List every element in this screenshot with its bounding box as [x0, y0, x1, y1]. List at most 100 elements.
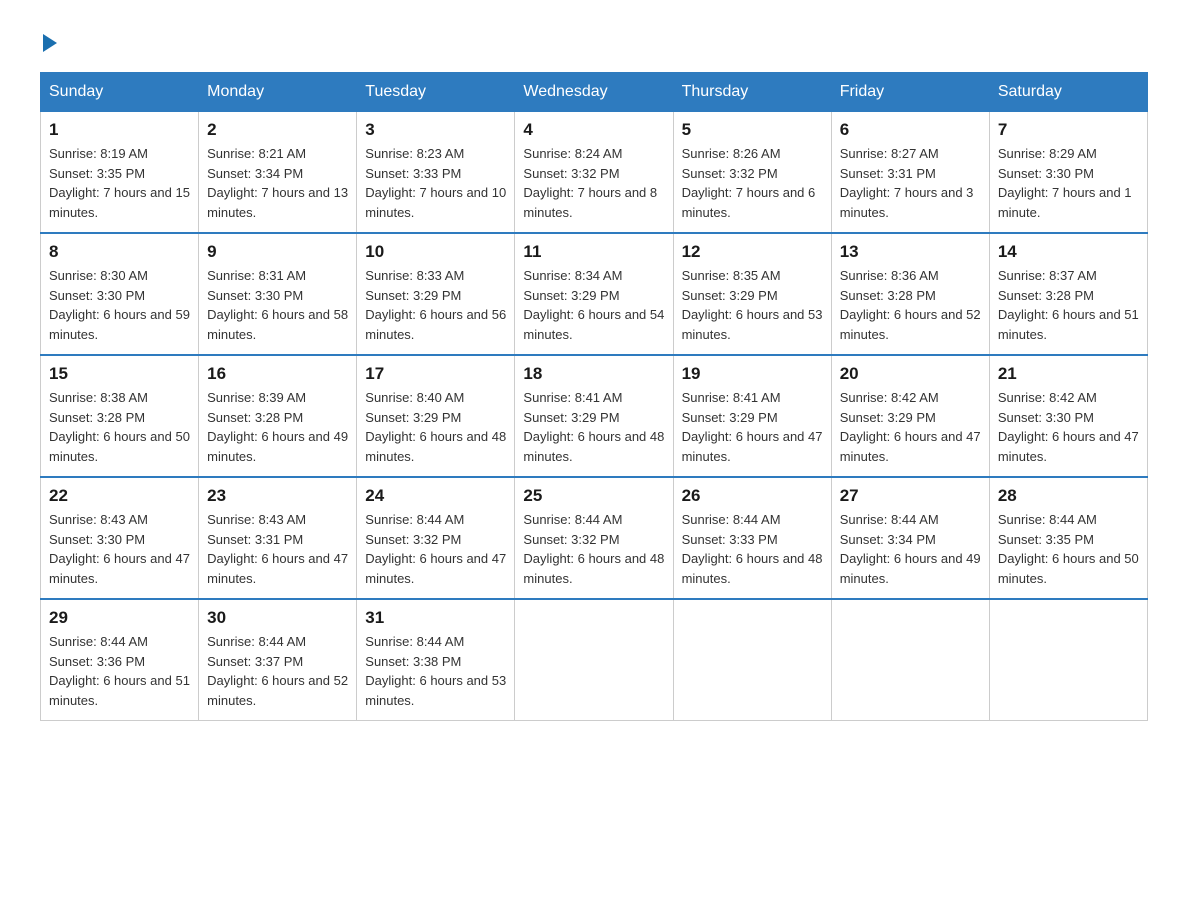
day-info: Sunrise: 8:44 AM Sunset: 3:32 PM Dayligh…	[365, 510, 506, 588]
header-tuesday: Tuesday	[357, 73, 515, 112]
day-info: Sunrise: 8:44 AM Sunset: 3:36 PM Dayligh…	[49, 632, 190, 710]
calendar-cell: 13 Sunrise: 8:36 AM Sunset: 3:28 PM Dayl…	[831, 233, 989, 355]
calendar-cell: 27 Sunrise: 8:44 AM Sunset: 3:34 PM Dayl…	[831, 477, 989, 599]
calendar-cell	[515, 599, 673, 721]
calendar-cell	[673, 599, 831, 721]
header-friday: Friday	[831, 73, 989, 112]
day-number: 28	[998, 486, 1139, 506]
calendar-cell: 26 Sunrise: 8:44 AM Sunset: 3:33 PM Dayl…	[673, 477, 831, 599]
day-info: Sunrise: 8:44 AM Sunset: 3:33 PM Dayligh…	[682, 510, 823, 588]
day-info: Sunrise: 8:31 AM Sunset: 3:30 PM Dayligh…	[207, 266, 348, 344]
day-number: 21	[998, 364, 1139, 384]
day-info: Sunrise: 8:41 AM Sunset: 3:29 PM Dayligh…	[682, 388, 823, 466]
calendar-week-1: 1 Sunrise: 8:19 AM Sunset: 3:35 PM Dayli…	[41, 112, 1148, 234]
logo-arrow-icon	[43, 34, 57, 52]
day-info: Sunrise: 8:40 AM Sunset: 3:29 PM Dayligh…	[365, 388, 506, 466]
day-number: 3	[365, 120, 506, 140]
day-info: Sunrise: 8:44 AM Sunset: 3:38 PM Dayligh…	[365, 632, 506, 710]
calendar-cell: 15 Sunrise: 8:38 AM Sunset: 3:28 PM Dayl…	[41, 355, 199, 477]
day-number: 24	[365, 486, 506, 506]
day-info: Sunrise: 8:26 AM Sunset: 3:32 PM Dayligh…	[682, 144, 823, 222]
calendar-cell: 18 Sunrise: 8:41 AM Sunset: 3:29 PM Dayl…	[515, 355, 673, 477]
header-wednesday: Wednesday	[515, 73, 673, 112]
day-number: 25	[523, 486, 664, 506]
calendar-cell: 28 Sunrise: 8:44 AM Sunset: 3:35 PM Dayl…	[989, 477, 1147, 599]
calendar-cell: 2 Sunrise: 8:21 AM Sunset: 3:34 PM Dayli…	[199, 112, 357, 234]
calendar-cell: 10 Sunrise: 8:33 AM Sunset: 3:29 PM Dayl…	[357, 233, 515, 355]
header-monday: Monday	[199, 73, 357, 112]
day-info: Sunrise: 8:41 AM Sunset: 3:29 PM Dayligh…	[523, 388, 664, 466]
logo	[40, 30, 57, 52]
day-info: Sunrise: 8:44 AM Sunset: 3:34 PM Dayligh…	[840, 510, 981, 588]
calendar-cell: 4 Sunrise: 8:24 AM Sunset: 3:32 PM Dayli…	[515, 112, 673, 234]
day-info: Sunrise: 8:44 AM Sunset: 3:32 PM Dayligh…	[523, 510, 664, 588]
calendar-week-2: 8 Sunrise: 8:30 AM Sunset: 3:30 PM Dayli…	[41, 233, 1148, 355]
day-info: Sunrise: 8:23 AM Sunset: 3:33 PM Dayligh…	[365, 144, 506, 222]
calendar-cell	[989, 599, 1147, 721]
day-info: Sunrise: 8:42 AM Sunset: 3:29 PM Dayligh…	[840, 388, 981, 466]
calendar-cell: 3 Sunrise: 8:23 AM Sunset: 3:33 PM Dayli…	[357, 112, 515, 234]
day-info: Sunrise: 8:43 AM Sunset: 3:31 PM Dayligh…	[207, 510, 348, 588]
day-info: Sunrise: 8:29 AM Sunset: 3:30 PM Dayligh…	[998, 144, 1139, 222]
day-number: 8	[49, 242, 190, 262]
calendar-cell: 19 Sunrise: 8:41 AM Sunset: 3:29 PM Dayl…	[673, 355, 831, 477]
calendar-cell: 25 Sunrise: 8:44 AM Sunset: 3:32 PM Dayl…	[515, 477, 673, 599]
calendar-cell: 21 Sunrise: 8:42 AM Sunset: 3:30 PM Dayl…	[989, 355, 1147, 477]
calendar-cell: 16 Sunrise: 8:39 AM Sunset: 3:28 PM Dayl…	[199, 355, 357, 477]
header-sunday: Sunday	[41, 73, 199, 112]
day-number: 19	[682, 364, 823, 384]
day-number: 29	[49, 608, 190, 628]
calendar-header-row: SundayMondayTuesdayWednesdayThursdayFrid…	[41, 73, 1148, 112]
calendar-cell: 20 Sunrise: 8:42 AM Sunset: 3:29 PM Dayl…	[831, 355, 989, 477]
day-number: 12	[682, 242, 823, 262]
calendar-cell: 30 Sunrise: 8:44 AM Sunset: 3:37 PM Dayl…	[199, 599, 357, 721]
day-info: Sunrise: 8:38 AM Sunset: 3:28 PM Dayligh…	[49, 388, 190, 466]
day-number: 7	[998, 120, 1139, 140]
calendar-cell: 17 Sunrise: 8:40 AM Sunset: 3:29 PM Dayl…	[357, 355, 515, 477]
day-number: 31	[365, 608, 506, 628]
day-number: 30	[207, 608, 348, 628]
day-number: 1	[49, 120, 190, 140]
day-number: 27	[840, 486, 981, 506]
calendar-week-5: 29 Sunrise: 8:44 AM Sunset: 3:36 PM Dayl…	[41, 599, 1148, 721]
calendar-cell: 14 Sunrise: 8:37 AM Sunset: 3:28 PM Dayl…	[989, 233, 1147, 355]
calendar-cell: 11 Sunrise: 8:34 AM Sunset: 3:29 PM Dayl…	[515, 233, 673, 355]
calendar-cell: 8 Sunrise: 8:30 AM Sunset: 3:30 PM Dayli…	[41, 233, 199, 355]
calendar-cell: 31 Sunrise: 8:44 AM Sunset: 3:38 PM Dayl…	[357, 599, 515, 721]
day-number: 5	[682, 120, 823, 140]
calendar-cell: 7 Sunrise: 8:29 AM Sunset: 3:30 PM Dayli…	[989, 112, 1147, 234]
day-info: Sunrise: 8:27 AM Sunset: 3:31 PM Dayligh…	[840, 144, 981, 222]
day-info: Sunrise: 8:36 AM Sunset: 3:28 PM Dayligh…	[840, 266, 981, 344]
day-info: Sunrise: 8:21 AM Sunset: 3:34 PM Dayligh…	[207, 144, 348, 222]
header-thursday: Thursday	[673, 73, 831, 112]
day-number: 20	[840, 364, 981, 384]
day-info: Sunrise: 8:42 AM Sunset: 3:30 PM Dayligh…	[998, 388, 1139, 466]
day-number: 23	[207, 486, 348, 506]
calendar-cell: 24 Sunrise: 8:44 AM Sunset: 3:32 PM Dayl…	[357, 477, 515, 599]
day-number: 16	[207, 364, 348, 384]
day-number: 6	[840, 120, 981, 140]
day-info: Sunrise: 8:44 AM Sunset: 3:35 PM Dayligh…	[998, 510, 1139, 588]
day-info: Sunrise: 8:44 AM Sunset: 3:37 PM Dayligh…	[207, 632, 348, 710]
day-number: 2	[207, 120, 348, 140]
day-info: Sunrise: 8:35 AM Sunset: 3:29 PM Dayligh…	[682, 266, 823, 344]
day-number: 10	[365, 242, 506, 262]
day-number: 15	[49, 364, 190, 384]
calendar-cell: 1 Sunrise: 8:19 AM Sunset: 3:35 PM Dayli…	[41, 112, 199, 234]
day-number: 17	[365, 364, 506, 384]
day-info: Sunrise: 8:39 AM Sunset: 3:28 PM Dayligh…	[207, 388, 348, 466]
calendar-cell: 23 Sunrise: 8:43 AM Sunset: 3:31 PM Dayl…	[199, 477, 357, 599]
day-number: 13	[840, 242, 981, 262]
calendar-cell: 5 Sunrise: 8:26 AM Sunset: 3:32 PM Dayli…	[673, 112, 831, 234]
calendar-cell: 29 Sunrise: 8:44 AM Sunset: 3:36 PM Dayl…	[41, 599, 199, 721]
page-header	[40, 30, 1148, 52]
day-number: 26	[682, 486, 823, 506]
day-info: Sunrise: 8:30 AM Sunset: 3:30 PM Dayligh…	[49, 266, 190, 344]
calendar-week-3: 15 Sunrise: 8:38 AM Sunset: 3:28 PM Dayl…	[41, 355, 1148, 477]
day-info: Sunrise: 8:37 AM Sunset: 3:28 PM Dayligh…	[998, 266, 1139, 344]
calendar-cell: 6 Sunrise: 8:27 AM Sunset: 3:31 PM Dayli…	[831, 112, 989, 234]
day-number: 18	[523, 364, 664, 384]
day-number: 22	[49, 486, 190, 506]
day-info: Sunrise: 8:24 AM Sunset: 3:32 PM Dayligh…	[523, 144, 664, 222]
calendar-cell: 9 Sunrise: 8:31 AM Sunset: 3:30 PM Dayli…	[199, 233, 357, 355]
